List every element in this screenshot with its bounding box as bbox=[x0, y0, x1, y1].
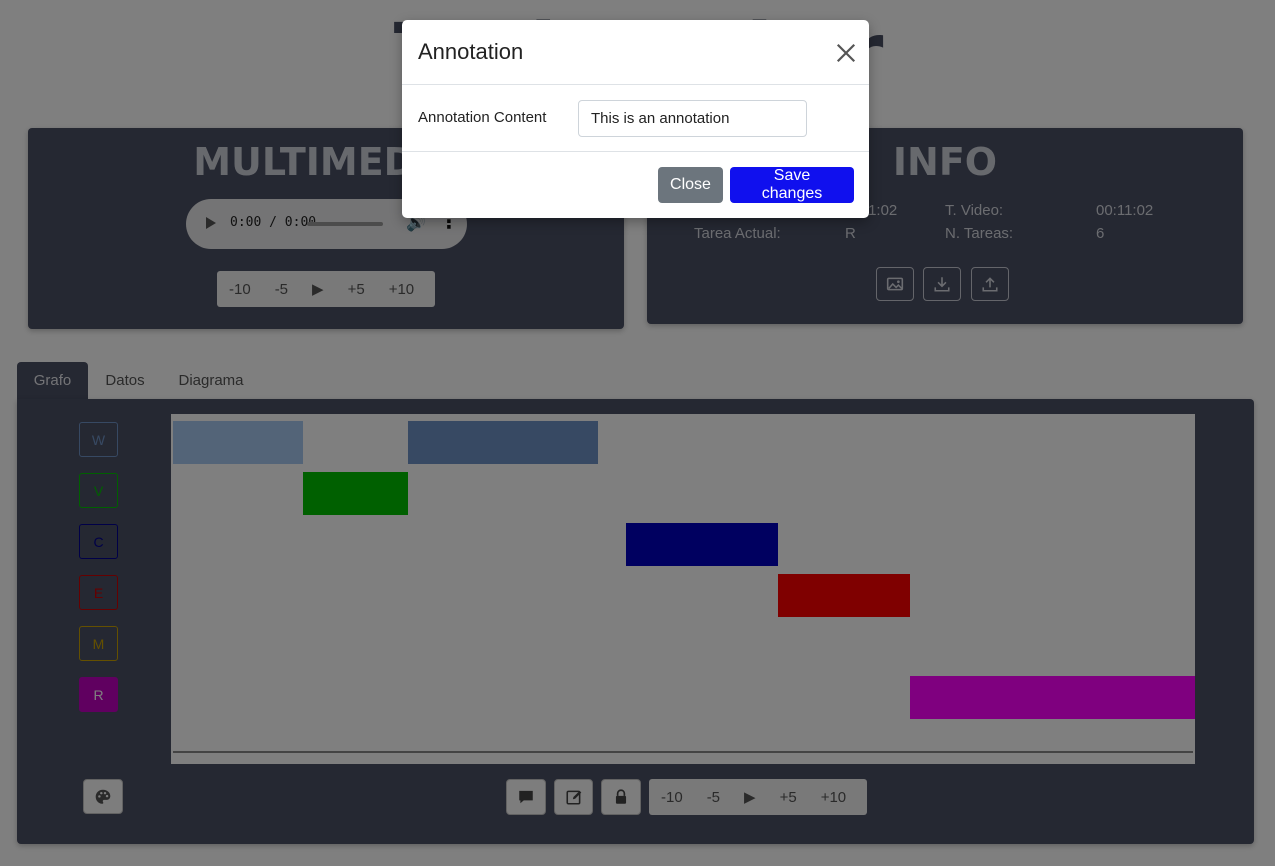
annotation-content-input[interactable] bbox=[578, 100, 807, 137]
save-changes-button[interactable]: Save changes bbox=[730, 167, 854, 203]
annotation-modal: Annotation Annotation Content Close Save… bbox=[402, 20, 869, 218]
close-icon[interactable] bbox=[835, 42, 857, 64]
annotation-content-label: Annotation Content bbox=[418, 109, 547, 126]
modal-title: Annotation bbox=[418, 39, 524, 64]
close-button[interactable]: Close bbox=[658, 167, 723, 203]
modal-header: Annotation bbox=[402, 20, 869, 85]
